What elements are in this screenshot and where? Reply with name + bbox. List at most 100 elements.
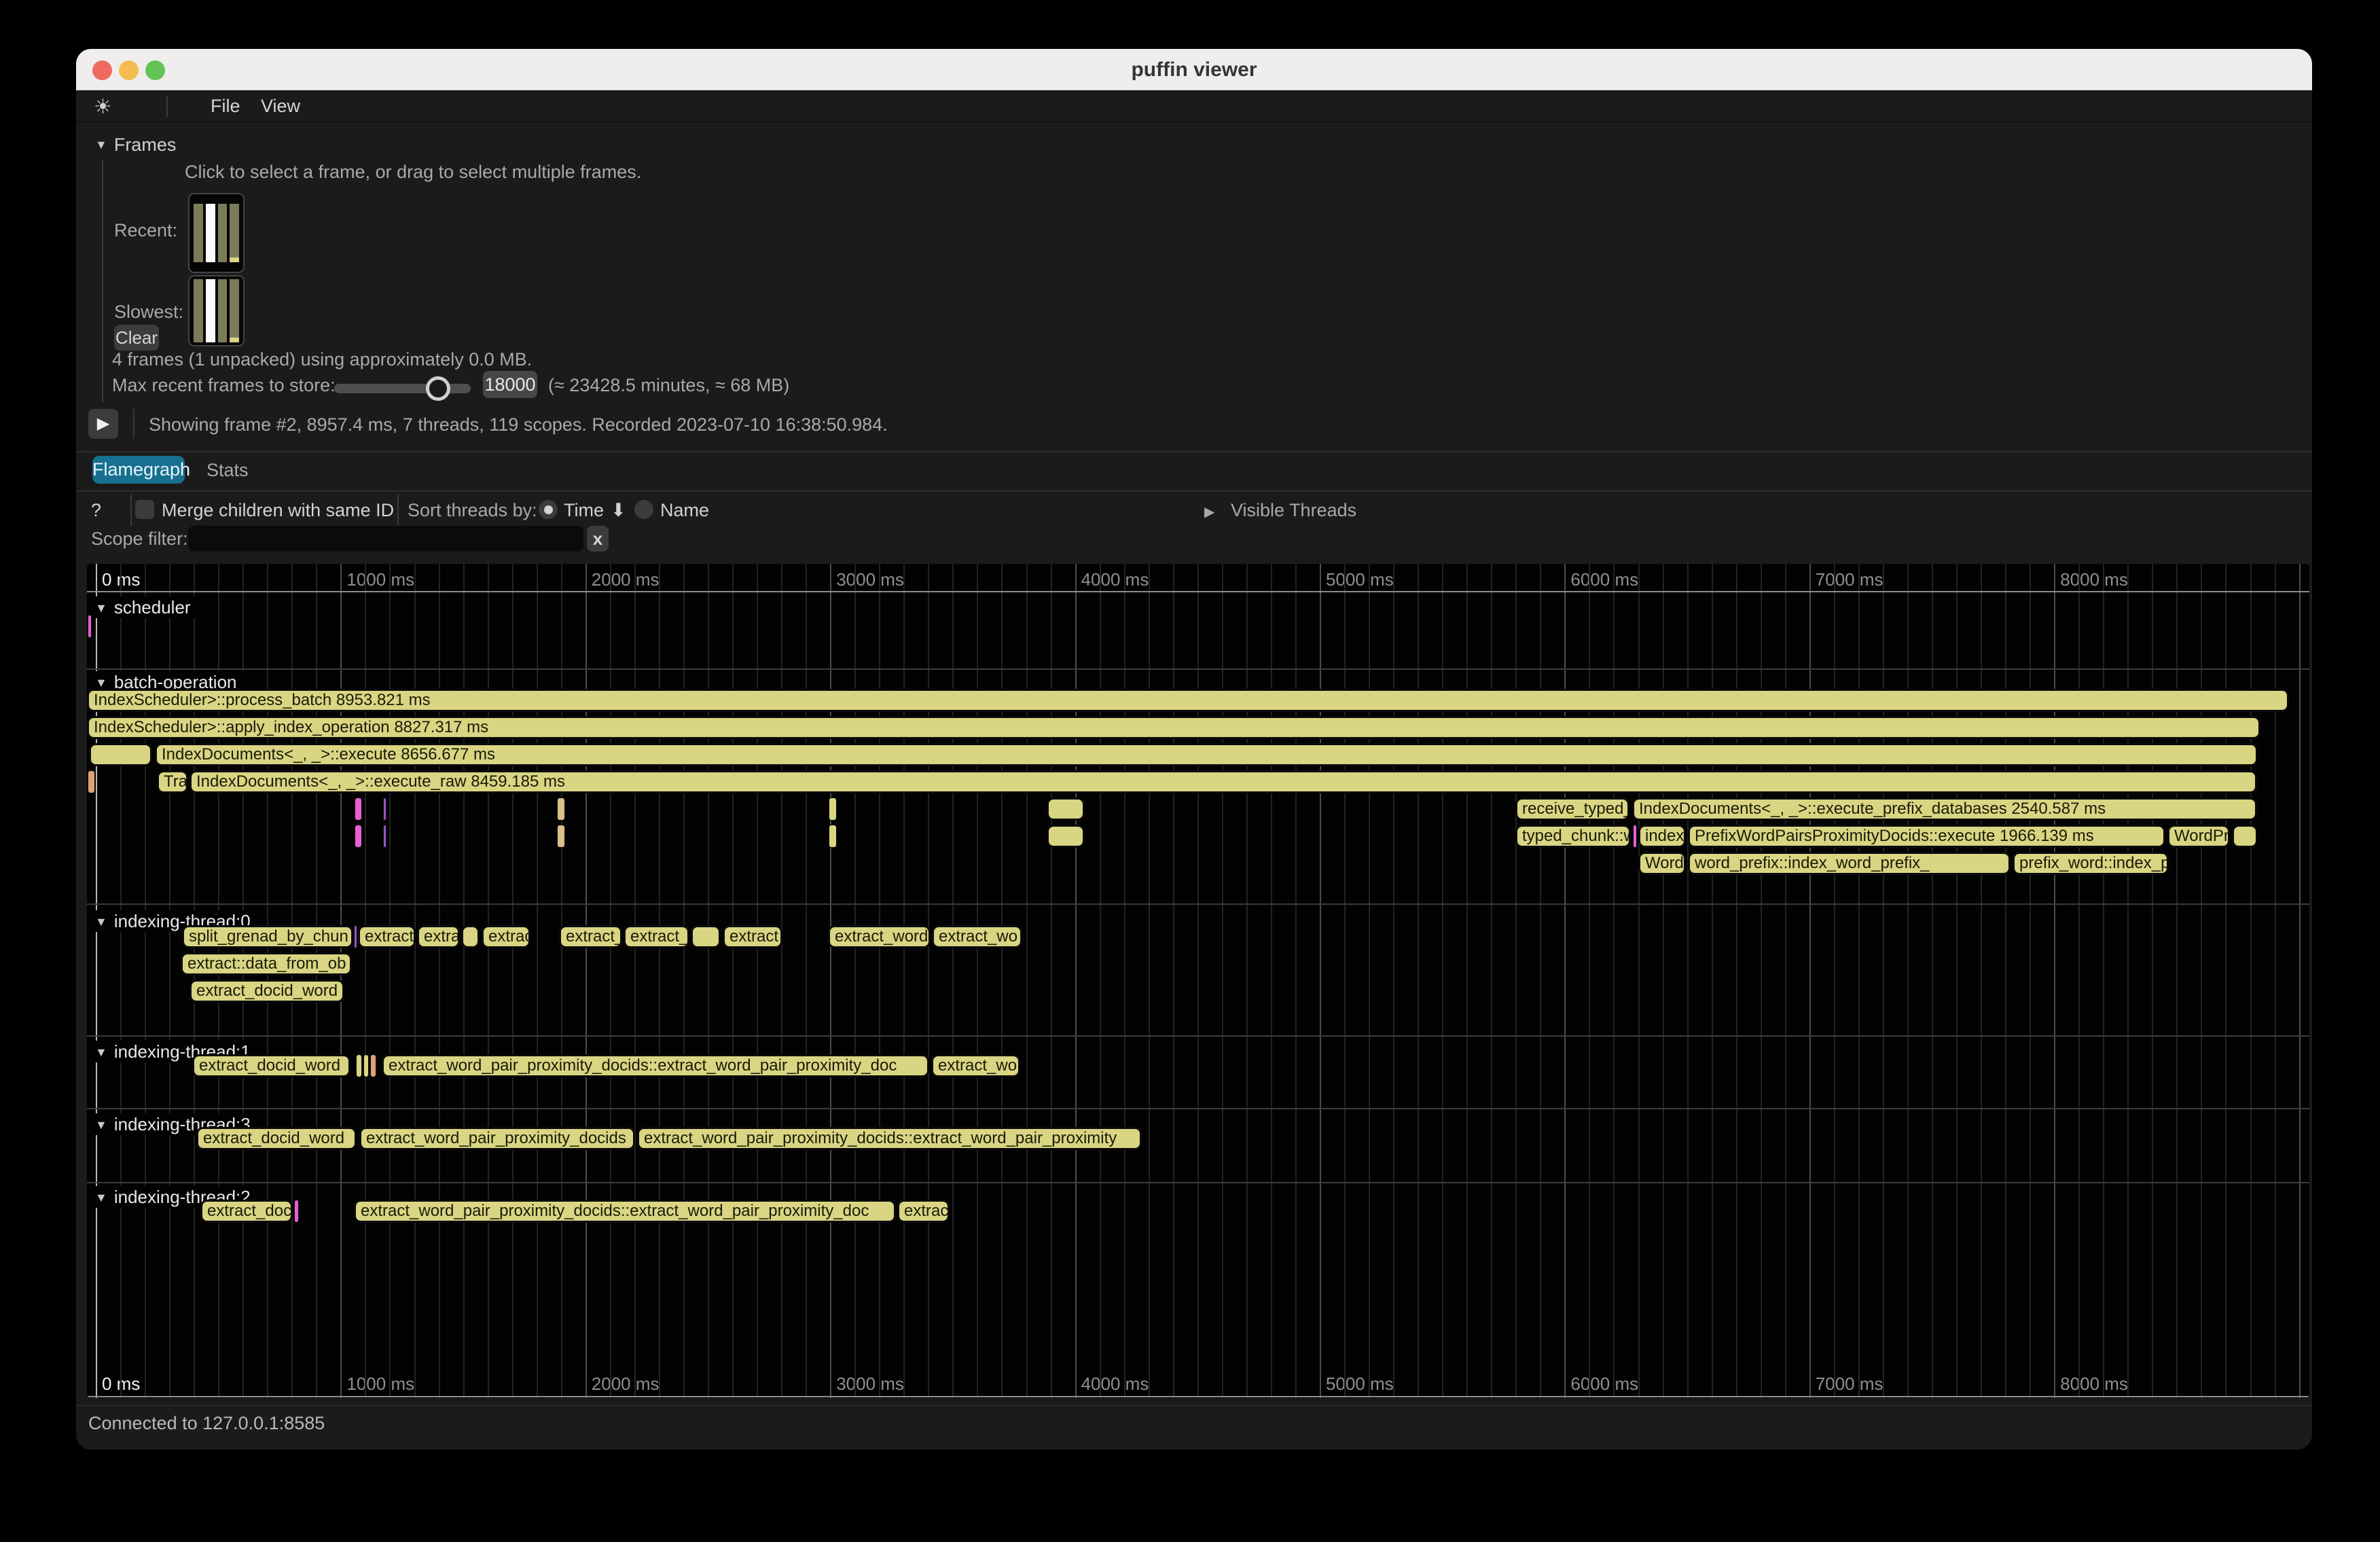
flame-scope-bar[interactable] — [1633, 825, 1637, 848]
flame-scope-bar[interactable]: extract_ — [624, 925, 689, 948]
controls-divider — [397, 495, 399, 526]
flamegraph-panel[interactable]: 0 ms0 ms1000 ms1000 ms2000 ms2000 ms3000… — [87, 564, 2309, 1398]
merge-children-checkbox[interactable] — [135, 500, 154, 519]
title-bar[interactable]: puffin viewer — [76, 49, 2312, 90]
frame-bar[interactable] — [194, 204, 203, 262]
flame-scope-bar[interactable] — [294, 1200, 299, 1223]
visible-threads-toggle[interactable]: Visible Threads — [1231, 500, 1356, 521]
flame-scope-bar[interactable] — [2232, 825, 2258, 848]
sort-time-radio[interactable] — [539, 500, 558, 519]
flame-scope-bar[interactable] — [89, 743, 152, 766]
frame-tick — [230, 257, 239, 262]
tab-flamegraph[interactable]: Flamegraph — [92, 456, 185, 484]
flame-scope-bar[interactable] — [829, 825, 837, 848]
flame-scope-bar[interactable]: extract_docid_word — [192, 1054, 350, 1077]
flame-scope-bar[interactable]: IndexDocuments<_, _>::execute 8656.677 m… — [155, 743, 2258, 766]
theme-sun-icon[interactable]: ☀ — [94, 90, 112, 122]
controls-divider — [130, 495, 132, 526]
tab-stats[interactable]: Stats — [206, 460, 249, 481]
flame-scope-bar[interactable] — [355, 825, 362, 848]
sort-name-label[interactable]: Name — [660, 500, 709, 521]
flame-scope-bar[interactable]: word_prefix::index_word_prefix_ — [1688, 852, 2011, 875]
flame-scope-bar[interactable]: typed_chunk::w — [1515, 825, 1631, 848]
axis-tick-label: 6000 ms — [1570, 1374, 1638, 1395]
flame-scope-bar[interactable] — [363, 1054, 369, 1077]
flame-scope-bar[interactable]: index — [1638, 825, 1686, 848]
flame-scope-bar[interactable] — [88, 770, 95, 793]
frame-bar-selected[interactable] — [206, 279, 215, 342]
flame-scope-bar[interactable] — [355, 797, 362, 821]
flame-scope-bar[interactable] — [370, 1054, 376, 1077]
flame-scope-bar[interactable] — [557, 797, 565, 821]
flame-scope-bar[interactable]: IndexScheduler>::apply_index_operation 8… — [87, 716, 2260, 739]
flame-scope-bar[interactable]: extract_wo — [932, 925, 1022, 948]
max-frames-slider-knob[interactable] — [426, 376, 450, 401]
clear-filter-button[interactable]: x — [587, 526, 609, 552]
separator — [76, 1405, 2312, 1406]
flame-scope-bar[interactable]: extract_word_pair_proximity_docids::extr… — [354, 1200, 896, 1223]
clear-button[interactable]: Clear — [114, 325, 159, 351]
flame-scope-bar[interactable]: extract_docid_word — [196, 1127, 357, 1150]
axis-tick-label: 5000 ms — [1326, 1374, 1394, 1395]
flame-scope-bar[interactable]: extract_doc — [200, 1200, 293, 1223]
flame-scope-bar[interactable] — [354, 925, 357, 948]
flame-scope-bar[interactable]: extract_wo — [931, 1054, 1020, 1077]
flame-scope-bar[interactable]: Word — [1638, 852, 1686, 875]
flame-scope-bar[interactable]: IndexScheduler>::process_batch 8953.821 … — [87, 689, 2289, 712]
flame-scope-bar[interactable] — [461, 925, 480, 948]
visible-threads-triangle-icon[interactable]: ▶ — [1204, 500, 1214, 520]
flame-scope-bar[interactable]: extract::data_from_ob — [181, 952, 352, 975]
flame-scope-bar[interactable]: IndexDocuments<_, _>::execute_raw 8459.1… — [190, 770, 2257, 793]
flame-scope-bar[interactable] — [383, 797, 386, 821]
collapse-triangle-icon: ▼ — [95, 676, 107, 689]
menu-file[interactable]: File — [211, 90, 240, 122]
flame-scope-bar[interactable] — [356, 1054, 362, 1077]
flame-scope-bar[interactable]: extract_word_pair_proximity_docids::extr… — [382, 1054, 929, 1077]
frames-section-header[interactable]: ▼Frames — [95, 135, 176, 156]
indent-guide — [133, 409, 134, 439]
flame-scope-bar[interactable] — [691, 925, 721, 948]
frame-bar[interactable] — [230, 279, 239, 342]
flame-scope-bar[interactable]: extrac — [897, 1200, 950, 1223]
flame-scope-bar[interactable]: WordPr — [2167, 825, 2230, 848]
flame-scope-bar[interactable]: prefix_word::index_prefix_wo — [2013, 852, 2169, 875]
max-frames-value[interactable]: 18000 — [483, 371, 537, 398]
play-button[interactable]: ▶ — [88, 409, 118, 439]
flame-scope-bar[interactable]: extra — [417, 925, 460, 948]
flame-scope-bar[interactable]: extract_docid_word — [190, 980, 344, 1003]
flame-scope-bar[interactable]: IndexDocuments<_, _>::execute_prefix_dat… — [1632, 797, 2257, 821]
axis-tick-label: 3000 ms — [836, 569, 904, 590]
flame-scope-bar[interactable]: extract_word — [828, 925, 931, 948]
thread-section-header[interactable]: ▼scheduler — [91, 596, 200, 618]
flame-scope-bar[interactable]: receive_typed_ — [1515, 797, 1629, 821]
flame-scope-bar[interactable] — [557, 825, 565, 848]
frame-bar[interactable] — [218, 279, 228, 342]
app-window: puffin viewer ☀ File View ▼Frames Click … — [76, 49, 2312, 1450]
frame-bar[interactable] — [218, 204, 228, 262]
recent-frames-thumbnail[interactable] — [188, 193, 245, 273]
sort-direction-arrow-icon[interactable]: ⬇ — [611, 500, 626, 521]
flame-scope-bar[interactable] — [829, 797, 837, 821]
flame-scope-bar[interactable] — [88, 615, 92, 638]
flame-scope-bar[interactable]: split_grenad_by_chun — [182, 925, 353, 948]
scope-filter-input[interactable] — [188, 526, 583, 552]
flame-scope-bar[interactable] — [1047, 797, 1085, 821]
frame-bar[interactable] — [230, 204, 239, 262]
slowest-frames-thumbnail[interactable] — [188, 275, 245, 346]
flame-scope-bar[interactable] — [1047, 825, 1085, 848]
frame-bar-selected[interactable] — [206, 204, 215, 262]
flame-scope-bar[interactable]: extract_word_pair_proximity_docids — [359, 1127, 635, 1150]
flame-scope-bar[interactable]: Trans — [157, 770, 188, 793]
sort-time-label[interactable]: Time — [564, 500, 604, 521]
flame-scope-bar[interactable]: extract_ — [559, 925, 622, 948]
frame-bar[interactable] — [194, 279, 203, 342]
flame-scope-bar[interactable] — [383, 825, 386, 848]
flame-scope-bar[interactable]: PrefixWordPairsProximityDocids::execute … — [1688, 825, 2165, 848]
menu-view[interactable]: View — [261, 90, 300, 122]
sort-name-radio[interactable] — [634, 500, 653, 519]
flame-scope-bar[interactable]: extract — [358, 925, 416, 948]
help-button[interactable]: ? — [91, 500, 101, 521]
flame-scope-bar[interactable]: extrac — [482, 925, 530, 948]
flame-scope-bar[interactable]: extract — [723, 925, 782, 948]
flame-scope-bar[interactable]: extract_word_pair_proximity_docids::extr… — [637, 1127, 1142, 1150]
